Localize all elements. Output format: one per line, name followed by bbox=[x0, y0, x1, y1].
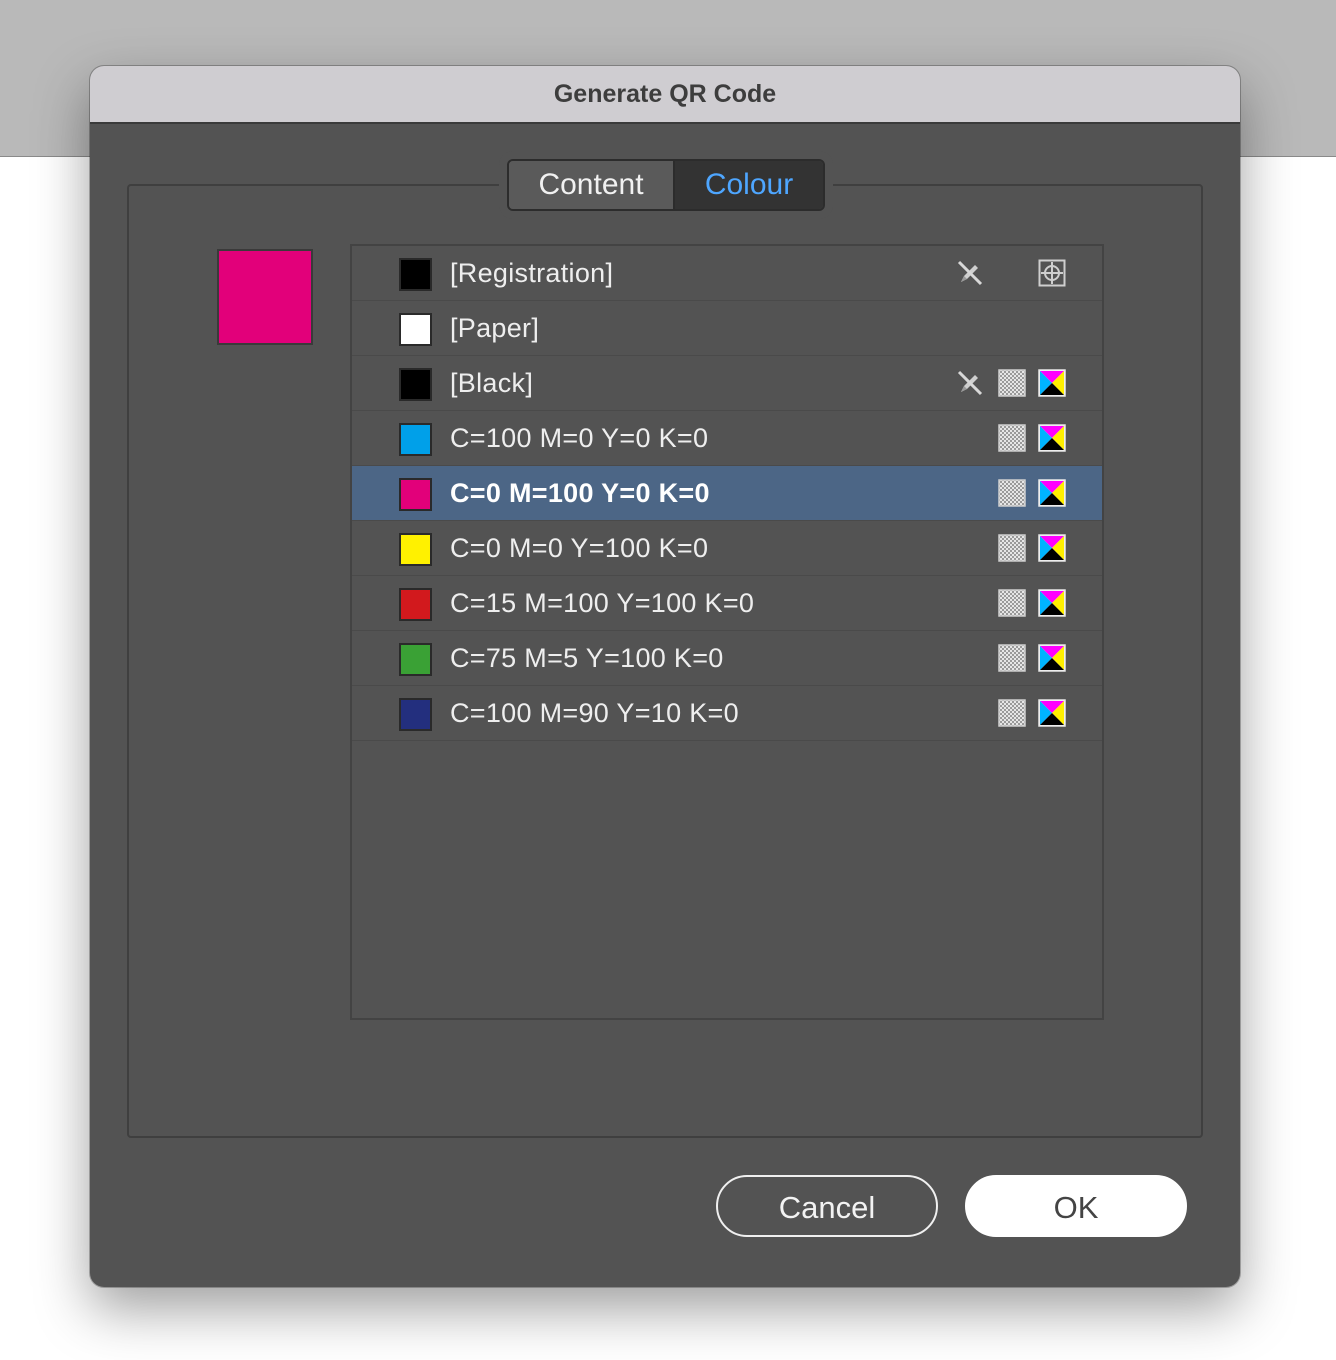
swatch-label: C=100 M=0 Y=0 K=0 bbox=[450, 423, 709, 453]
swatch-row[interactable]: C=100 M=0 Y=0 K=0 bbox=[352, 411, 1102, 466]
cmyk-mode-icon bbox=[1038, 479, 1066, 507]
swatch-row[interactable]: C=100 M=90 Y=10 K=0 bbox=[352, 686, 1102, 741]
swatch-label: C=0 M=100 Y=0 K=0 bbox=[450, 478, 710, 508]
cancel-button[interactable]: Cancel bbox=[716, 1175, 938, 1237]
swatch-row[interactable]: C=0 M=100 Y=0 K=0 bbox=[352, 466, 1102, 521]
no-edit-icon bbox=[956, 259, 984, 287]
generate-qr-dialog: Generate QR Code Content Colour [Registr… bbox=[90, 66, 1240, 1287]
swatch-label: [Registration] bbox=[450, 258, 614, 288]
no-edit-icon bbox=[956, 369, 984, 397]
process-color-icon bbox=[998, 369, 1026, 397]
swatch-row[interactable]: C=15 M=100 Y=100 K=0 bbox=[352, 576, 1102, 631]
cmyk-mode-icon bbox=[1038, 699, 1066, 727]
tab-bar: Content Colour bbox=[507, 159, 825, 211]
swatch-label: C=15 M=100 Y=100 K=0 bbox=[450, 588, 755, 618]
swatch-colour-chip bbox=[399, 313, 432, 346]
swatch-label: C=100 M=90 Y=10 K=0 bbox=[450, 698, 739, 728]
cmyk-mode-icon bbox=[1038, 534, 1066, 562]
colour-preview-swatch bbox=[217, 249, 313, 345]
process-color-icon bbox=[998, 534, 1026, 562]
swatch-colour-chip bbox=[399, 588, 432, 621]
swatch-label: [Black] bbox=[450, 368, 534, 398]
cmyk-mode-icon bbox=[1038, 589, 1066, 617]
tab-colour[interactable]: Colour bbox=[675, 161, 823, 209]
swatch-colour-chip bbox=[399, 643, 432, 676]
process-color-icon bbox=[998, 644, 1026, 672]
process-color-icon bbox=[998, 699, 1026, 727]
swatch-label: [Paper] bbox=[450, 313, 540, 343]
swatch-colour-chip bbox=[399, 698, 432, 731]
swatch-colour-chip bbox=[399, 533, 432, 566]
tab-content[interactable]: Content bbox=[509, 161, 675, 209]
swatch-row[interactable]: [Paper] bbox=[352, 301, 1102, 356]
swatch-row[interactable]: [Black] bbox=[352, 356, 1102, 411]
dialog-title: Generate QR Code bbox=[90, 66, 1240, 124]
swatch-list[interactable]: [Registration] [Paper] [Black] C=100 M=0 Y=… bbox=[350, 244, 1104, 1020]
cmyk-mode-icon bbox=[1038, 369, 1066, 397]
process-color-icon bbox=[998, 479, 1026, 507]
process-color-icon bbox=[998, 589, 1026, 617]
registration-icon bbox=[1038, 259, 1066, 287]
swatch-row[interactable]: [Registration] bbox=[352, 246, 1102, 301]
swatch-colour-chip bbox=[399, 368, 432, 401]
ok-button[interactable]: OK bbox=[965, 1175, 1187, 1237]
swatch-colour-chip bbox=[399, 258, 432, 291]
swatch-colour-chip bbox=[399, 478, 432, 511]
cmyk-mode-icon bbox=[1038, 424, 1066, 452]
swatch-label: C=75 M=5 Y=100 K=0 bbox=[450, 643, 724, 673]
swatch-colour-chip bbox=[399, 423, 432, 456]
swatch-row[interactable]: C=75 M=5 Y=100 K=0 bbox=[352, 631, 1102, 686]
cmyk-mode-icon bbox=[1038, 644, 1066, 672]
swatch-label: C=0 M=0 Y=100 K=0 bbox=[450, 533, 709, 563]
process-color-icon bbox=[998, 424, 1026, 452]
swatch-row[interactable]: C=0 M=0 Y=100 K=0 bbox=[352, 521, 1102, 576]
